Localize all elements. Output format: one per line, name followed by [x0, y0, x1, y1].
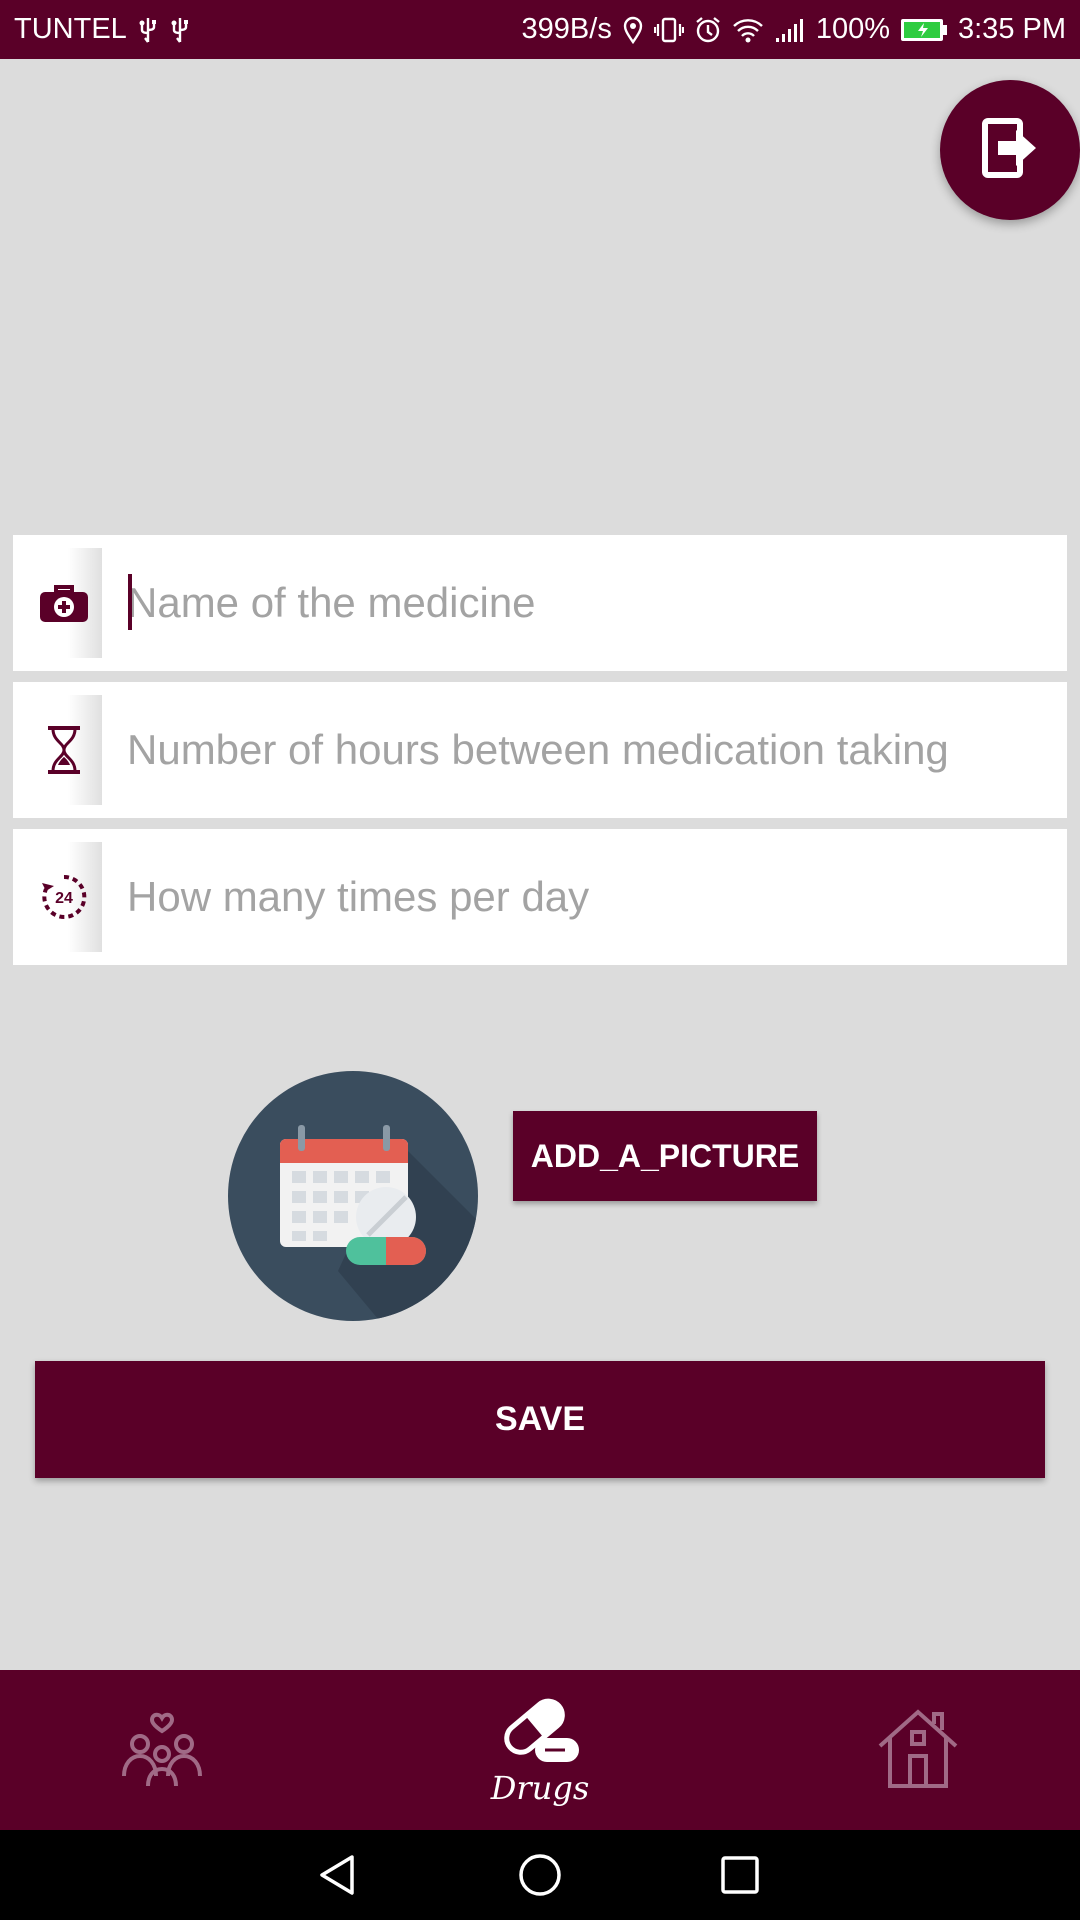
- text-cursor: [128, 574, 132, 630]
- signal-icon: [774, 16, 806, 44]
- nav-label-drugs: Drugs: [490, 1768, 590, 1807]
- usb-icon: [137, 16, 159, 44]
- add-picture-button[interactable]: ADD_A_PICTURE: [513, 1111, 817, 1201]
- recents-icon[interactable]: [680, 1830, 800, 1920]
- nav-item-drugs[interactable]: Drugs: [440, 1670, 640, 1830]
- save-button[interactable]: SAVE: [35, 1361, 1045, 1478]
- location-icon: [622, 16, 644, 44]
- system-navigation-bar: [0, 1830, 1080, 1920]
- exit-icon: [980, 116, 1040, 185]
- clock: 3:35 PM: [958, 13, 1066, 45]
- svg-text:24: 24: [55, 890, 73, 907]
- medicine-name-input[interactable]: [127, 535, 1067, 671]
- hourglass-icon: [26, 695, 102, 805]
- times-per-day-row: 24: [13, 829, 1067, 965]
- logout-button[interactable]: [940, 80, 1080, 220]
- vibrate-icon: [653, 16, 684, 44]
- hours-between-input[interactable]: [127, 682, 1067, 818]
- medical-kit-icon: [26, 548, 102, 658]
- usb-icon: [169, 16, 191, 44]
- alarm-icon: [694, 16, 722, 44]
- pills-icon: [495, 1694, 585, 1775]
- hours-between-row: [13, 682, 1067, 818]
- back-icon[interactable]: [278, 1830, 398, 1920]
- battery-percent: 100%: [815, 13, 890, 45]
- network-speed: 399B/s: [521, 13, 612, 45]
- family-icon: [120, 1708, 204, 1793]
- carrier-name: TUNTEL: [14, 13, 127, 45]
- wifi-icon: [732, 16, 764, 44]
- battery-charging-icon: [900, 17, 948, 43]
- status-bar: TUNTEL 399B/s 100% 3:35 PM: [0, 0, 1080, 59]
- times-per-day-input[interactable]: [127, 829, 1067, 965]
- 24-hours-icon: 24: [26, 842, 102, 952]
- calendar-pill-icon: [228, 1071, 478, 1321]
- bottom-navigation: Drugs: [0, 1670, 1080, 1830]
- nav-item-home[interactable]: [818, 1670, 1018, 1830]
- nav-item-family[interactable]: [62, 1670, 262, 1830]
- medicine-name-row: [13, 535, 1067, 671]
- home-circle-icon[interactable]: [480, 1830, 600, 1920]
- home-icon: [876, 1706, 960, 1795]
